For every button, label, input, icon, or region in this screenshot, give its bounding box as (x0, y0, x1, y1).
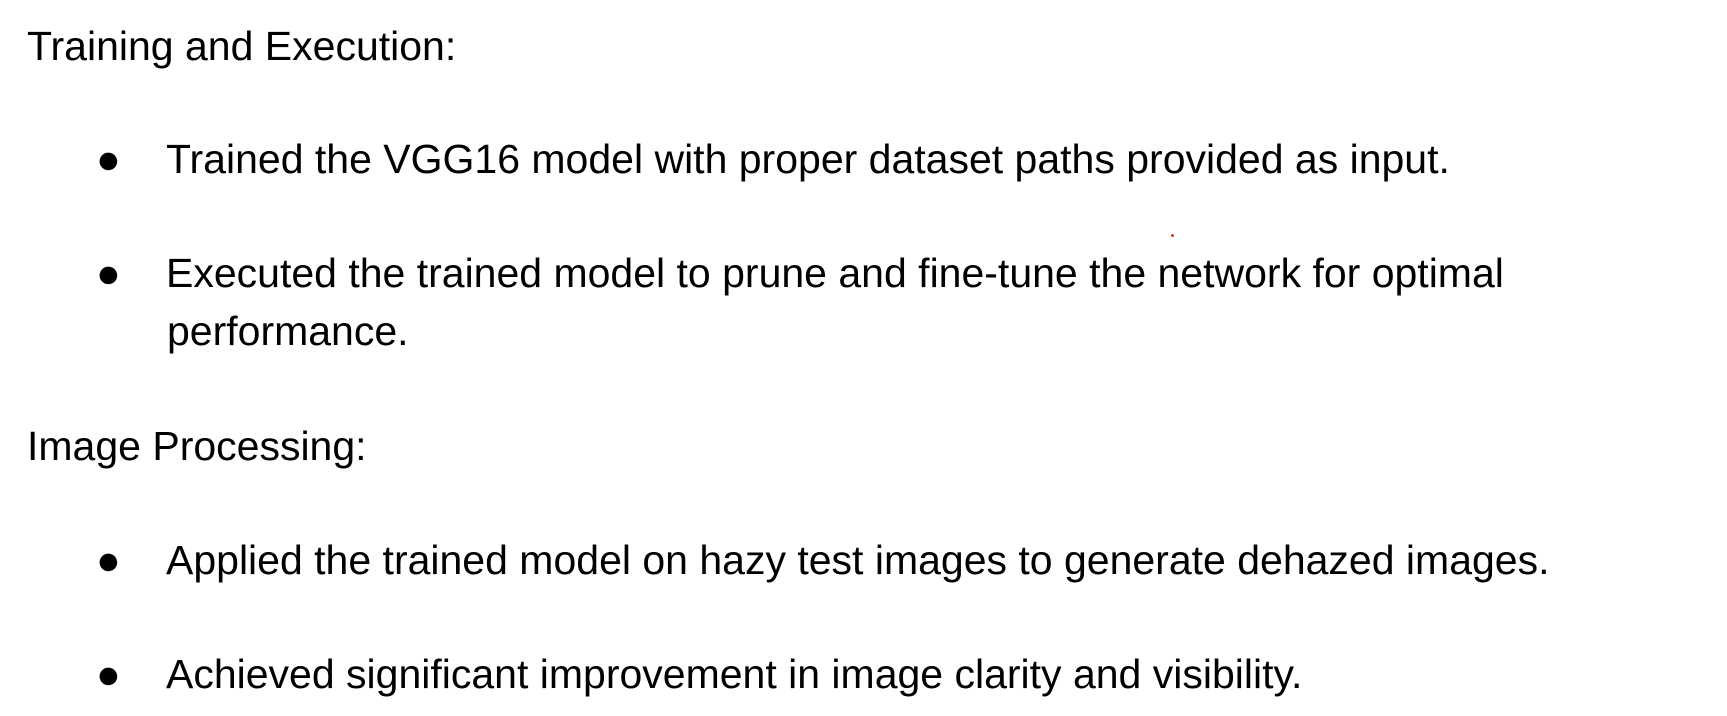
section-heading-training: Training and Execution: (27, 23, 457, 69)
bullet-text-continuation: performance. (167, 308, 409, 354)
bullet-icon: ● (96, 250, 121, 296)
red-dot-mark (1171, 234, 1174, 237)
section-heading-image-processing: Image Processing: (27, 423, 367, 469)
bullet-icon: ● (96, 136, 121, 182)
bullet-text: Applied the trained model on hazy test i… (166, 537, 1550, 583)
bullet-text: Executed the trained model to prune and … (166, 250, 1504, 296)
bullet-icon: ● (96, 651, 121, 697)
bullet-text: Achieved significant improvement in imag… (166, 651, 1303, 697)
bullet-text: Trained the VGG16 model with proper data… (166, 136, 1450, 182)
bullet-icon: ● (96, 537, 121, 583)
document-page: Training and Execution: ● Trained the VG… (0, 0, 1727, 716)
